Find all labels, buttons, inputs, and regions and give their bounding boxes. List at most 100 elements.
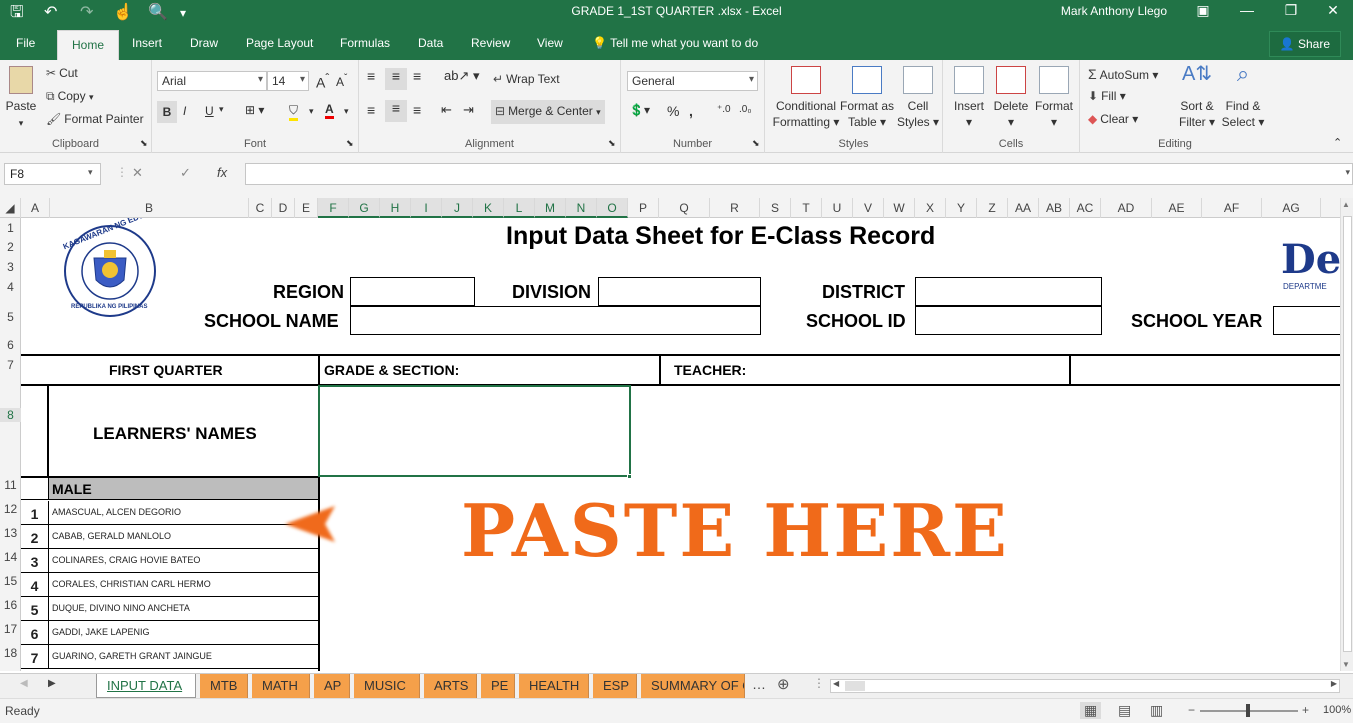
- top-align-icon[interactable]: ≡: [367, 68, 375, 84]
- column-header[interactable]: Q: [659, 198, 710, 218]
- underline-dropdown-icon[interactable]: ▾: [219, 104, 224, 115]
- column-header[interactable]: AB: [1039, 198, 1070, 218]
- wrap-text-button[interactable]: ↵ Wrap Text: [493, 72, 560, 86]
- column-header[interactable]: Z: [977, 198, 1008, 218]
- minimize-icon[interactable]: —: [1227, 2, 1267, 18]
- find-select-button[interactable]: ⌕ Find & Select ▾: [1220, 63, 1266, 130]
- column-header[interactable]: H: [380, 198, 411, 218]
- decrease-decimal-icon[interactable]: .0₀: [739, 104, 752, 115]
- cell-styles-button[interactable]: Cell Styles ▾: [895, 66, 941, 130]
- row-header[interactable]: 13: [0, 526, 21, 540]
- sheet-tab[interactable]: MTB: [200, 674, 248, 698]
- vertical-scroll-thumb[interactable]: [1343, 216, 1352, 652]
- borders-icon[interactable]: ⊞ ▾: [245, 103, 264, 117]
- row-header[interactable]: 17: [0, 622, 21, 636]
- region-field[interactable]: [350, 277, 475, 306]
- shrink-font-icon[interactable]: Aˇ: [336, 73, 347, 89]
- font-color-dropdown-icon[interactable]: ▾: [344, 106, 349, 117]
- school-name-field[interactable]: [350, 306, 761, 335]
- tab-data[interactable]: Data: [418, 36, 443, 50]
- orientation-icon[interactable]: ab↗ ▾: [444, 68, 480, 84]
- worksheet[interactable]: KAGAWARAN NG EDUKASYON REPUBLIKA NG PILI…: [21, 218, 1340, 671]
- vertical-scrollbar[interactable]: ▲ ▼: [1340, 198, 1353, 671]
- scroll-tabs-left-icon[interactable]: ◀: [20, 678, 28, 689]
- conditional-formatting-button[interactable]: Conditional Formatting ▾: [769, 66, 843, 130]
- sheet-tab[interactable]: HEALTH: [519, 674, 589, 698]
- normal-view-icon[interactable]: ▦: [1080, 702, 1102, 719]
- column-header[interactable]: X: [915, 198, 946, 218]
- font-color-icon[interactable]: A: [325, 102, 334, 119]
- column-header[interactable]: AD: [1101, 198, 1152, 218]
- page-layout-view-icon[interactable]: ▤: [1118, 702, 1131, 719]
- column-header[interactable]: V: [853, 198, 884, 218]
- grow-font-icon[interactable]: Aˆ: [316, 72, 329, 91]
- autosum-button[interactable]: Σ AutoSum ▾: [1088, 66, 1158, 82]
- font-name-select[interactable]: Arial: [157, 71, 267, 91]
- fill-color-dropdown-icon[interactable]: ▾: [309, 106, 314, 117]
- expand-formula-icon[interactable]: ▾: [1345, 167, 1350, 178]
- horizontal-scroll-thumb[interactable]: [845, 681, 865, 691]
- scroll-down-icon[interactable]: ▼: [1342, 660, 1350, 669]
- row-header[interactable]: 15: [0, 574, 21, 588]
- middle-align-icon[interactable]: ≡: [385, 68, 407, 90]
- sheet-tab[interactable]: AP: [314, 674, 350, 698]
- sort-filter-button[interactable]: A⇅ Sort & Filter ▾: [1176, 64, 1218, 130]
- column-header[interactable]: O: [597, 198, 628, 218]
- increase-decimal-icon[interactable]: ⁺.0: [717, 104, 731, 115]
- column-header[interactable]: R: [710, 198, 760, 218]
- sheet-tab[interactable]: MUSIC: [354, 674, 420, 698]
- column-header[interactable]: E: [295, 198, 318, 218]
- page-break-view-icon[interactable]: ▥: [1150, 702, 1163, 719]
- enter-formula-icon[interactable]: ✓: [180, 165, 191, 181]
- column-header[interactable]: I: [411, 198, 442, 218]
- new-sheet-icon[interactable]: ⊕: [777, 675, 790, 693]
- column-header[interactable]: T: [791, 198, 822, 218]
- column-header[interactable]: K: [473, 198, 504, 218]
- column-header[interactable]: D: [272, 198, 295, 218]
- sheet-tab[interactable]: MATH: [252, 674, 310, 698]
- column-header[interactable]: AA: [1008, 198, 1039, 218]
- tab-review[interactable]: Review: [471, 36, 510, 50]
- selected-cell-f8[interactable]: [318, 385, 631, 477]
- row-header[interactable]: 2: [0, 240, 21, 254]
- tab-draw[interactable]: Draw: [190, 36, 218, 50]
- column-header[interactable]: F: [318, 198, 349, 218]
- sheet-tab[interactable]: PE: [481, 674, 515, 698]
- tab-view[interactable]: View: [537, 36, 563, 50]
- learner-row[interactable]: 6 GADDI, JAKE LAPENIG: [21, 621, 319, 645]
- learner-row[interactable]: 2 CABAB, GERALD MANLOLO: [21, 525, 319, 549]
- format-as-table-button[interactable]: Format as Table ▾: [839, 66, 895, 130]
- column-header[interactable]: M: [535, 198, 566, 218]
- paste-dropdown-icon[interactable]: ▾: [19, 118, 24, 128]
- scroll-up-icon[interactable]: ▲: [1342, 200, 1350, 209]
- school-id-field[interactable]: [915, 306, 1102, 335]
- tab-insert[interactable]: Insert: [132, 36, 162, 50]
- learner-row[interactable]: 5 DUQUE, DIVINO NINO ANCHETA: [21, 597, 319, 621]
- row-header[interactable]: 6: [0, 338, 21, 352]
- fill-button[interactable]: ⬇ Fill ▾: [1088, 89, 1126, 103]
- fill-color-icon[interactable]: ⛉: [289, 103, 299, 121]
- number-launcher-icon[interactable]: ⬊: [752, 138, 760, 149]
- format-painter-button[interactable]: 🖌 Format Painter: [46, 112, 144, 126]
- row-header[interactable]: 4: [0, 280, 21, 294]
- insert-function-icon[interactable]: fx: [217, 165, 227, 180]
- row-header[interactable]: 14: [0, 550, 21, 564]
- name-box-dropdown-icon[interactable]: ▾: [88, 167, 93, 178]
- collapse-ribbon-icon[interactable]: ⌃: [1333, 136, 1342, 149]
- alignment-launcher-icon[interactable]: ⬊: [608, 138, 616, 149]
- school-year-field[interactable]: [1273, 306, 1340, 335]
- column-header[interactable]: L: [504, 198, 535, 218]
- italic-icon[interactable]: I: [183, 104, 186, 118]
- align-left-icon[interactable]: ≡: [367, 102, 375, 118]
- zoom-in-icon[interactable]: +: [1302, 703, 1309, 717]
- ribbon-display-icon[interactable]: ▣: [1183, 2, 1223, 19]
- insert-cells-button[interactable]: Insert ▾: [949, 66, 989, 130]
- column-header[interactable]: U: [822, 198, 853, 218]
- column-header[interactable]: P: [628, 198, 659, 218]
- restore-icon[interactable]: ❐: [1271, 2, 1311, 19]
- row-header[interactable]: 7: [0, 358, 21, 372]
- delete-cells-button[interactable]: Delete ▾: [991, 66, 1031, 130]
- splitter-icon[interactable]: ⋮: [813, 676, 825, 690]
- column-header[interactable]: W: [884, 198, 915, 218]
- column-header[interactable]: AG: [1262, 198, 1321, 218]
